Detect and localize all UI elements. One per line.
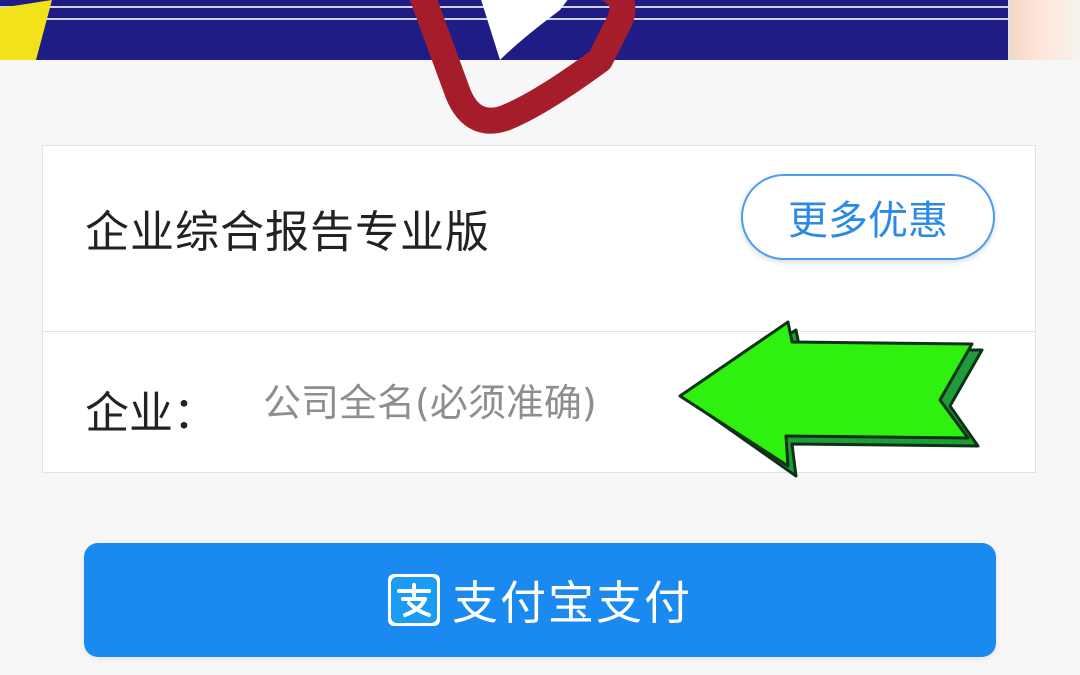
banner-stripe bbox=[0, 6, 1080, 8]
banner-yellow-shape bbox=[0, 0, 52, 60]
promo-banner bbox=[0, 0, 1080, 60]
company-label: 企业： bbox=[85, 388, 217, 439]
company-row: 企业： bbox=[43, 332, 1035, 472]
more-offers-button[interactable]: 更多优惠 bbox=[741, 174, 995, 260]
product-row: 企业综合报告专业版 更多优惠 bbox=[43, 146, 1035, 332]
alipay-pay-button[interactable]: 支付宝支付 bbox=[84, 543, 996, 657]
company-name-input[interactable] bbox=[263, 368, 703, 438]
banner-person-image bbox=[1010, 0, 1080, 60]
alipay-icon bbox=[388, 574, 440, 626]
order-page: 企业综合报告专业版 更多优惠 企业： 支付宝支付 bbox=[0, 0, 1080, 675]
pay-button-label: 支付宝支付 bbox=[452, 576, 692, 630]
product-title: 企业综合报告专业版 bbox=[85, 207, 490, 258]
banner-stripe bbox=[0, 18, 1080, 20]
order-form-card: 企业综合报告专业版 更多优惠 企业： bbox=[42, 145, 1036, 473]
